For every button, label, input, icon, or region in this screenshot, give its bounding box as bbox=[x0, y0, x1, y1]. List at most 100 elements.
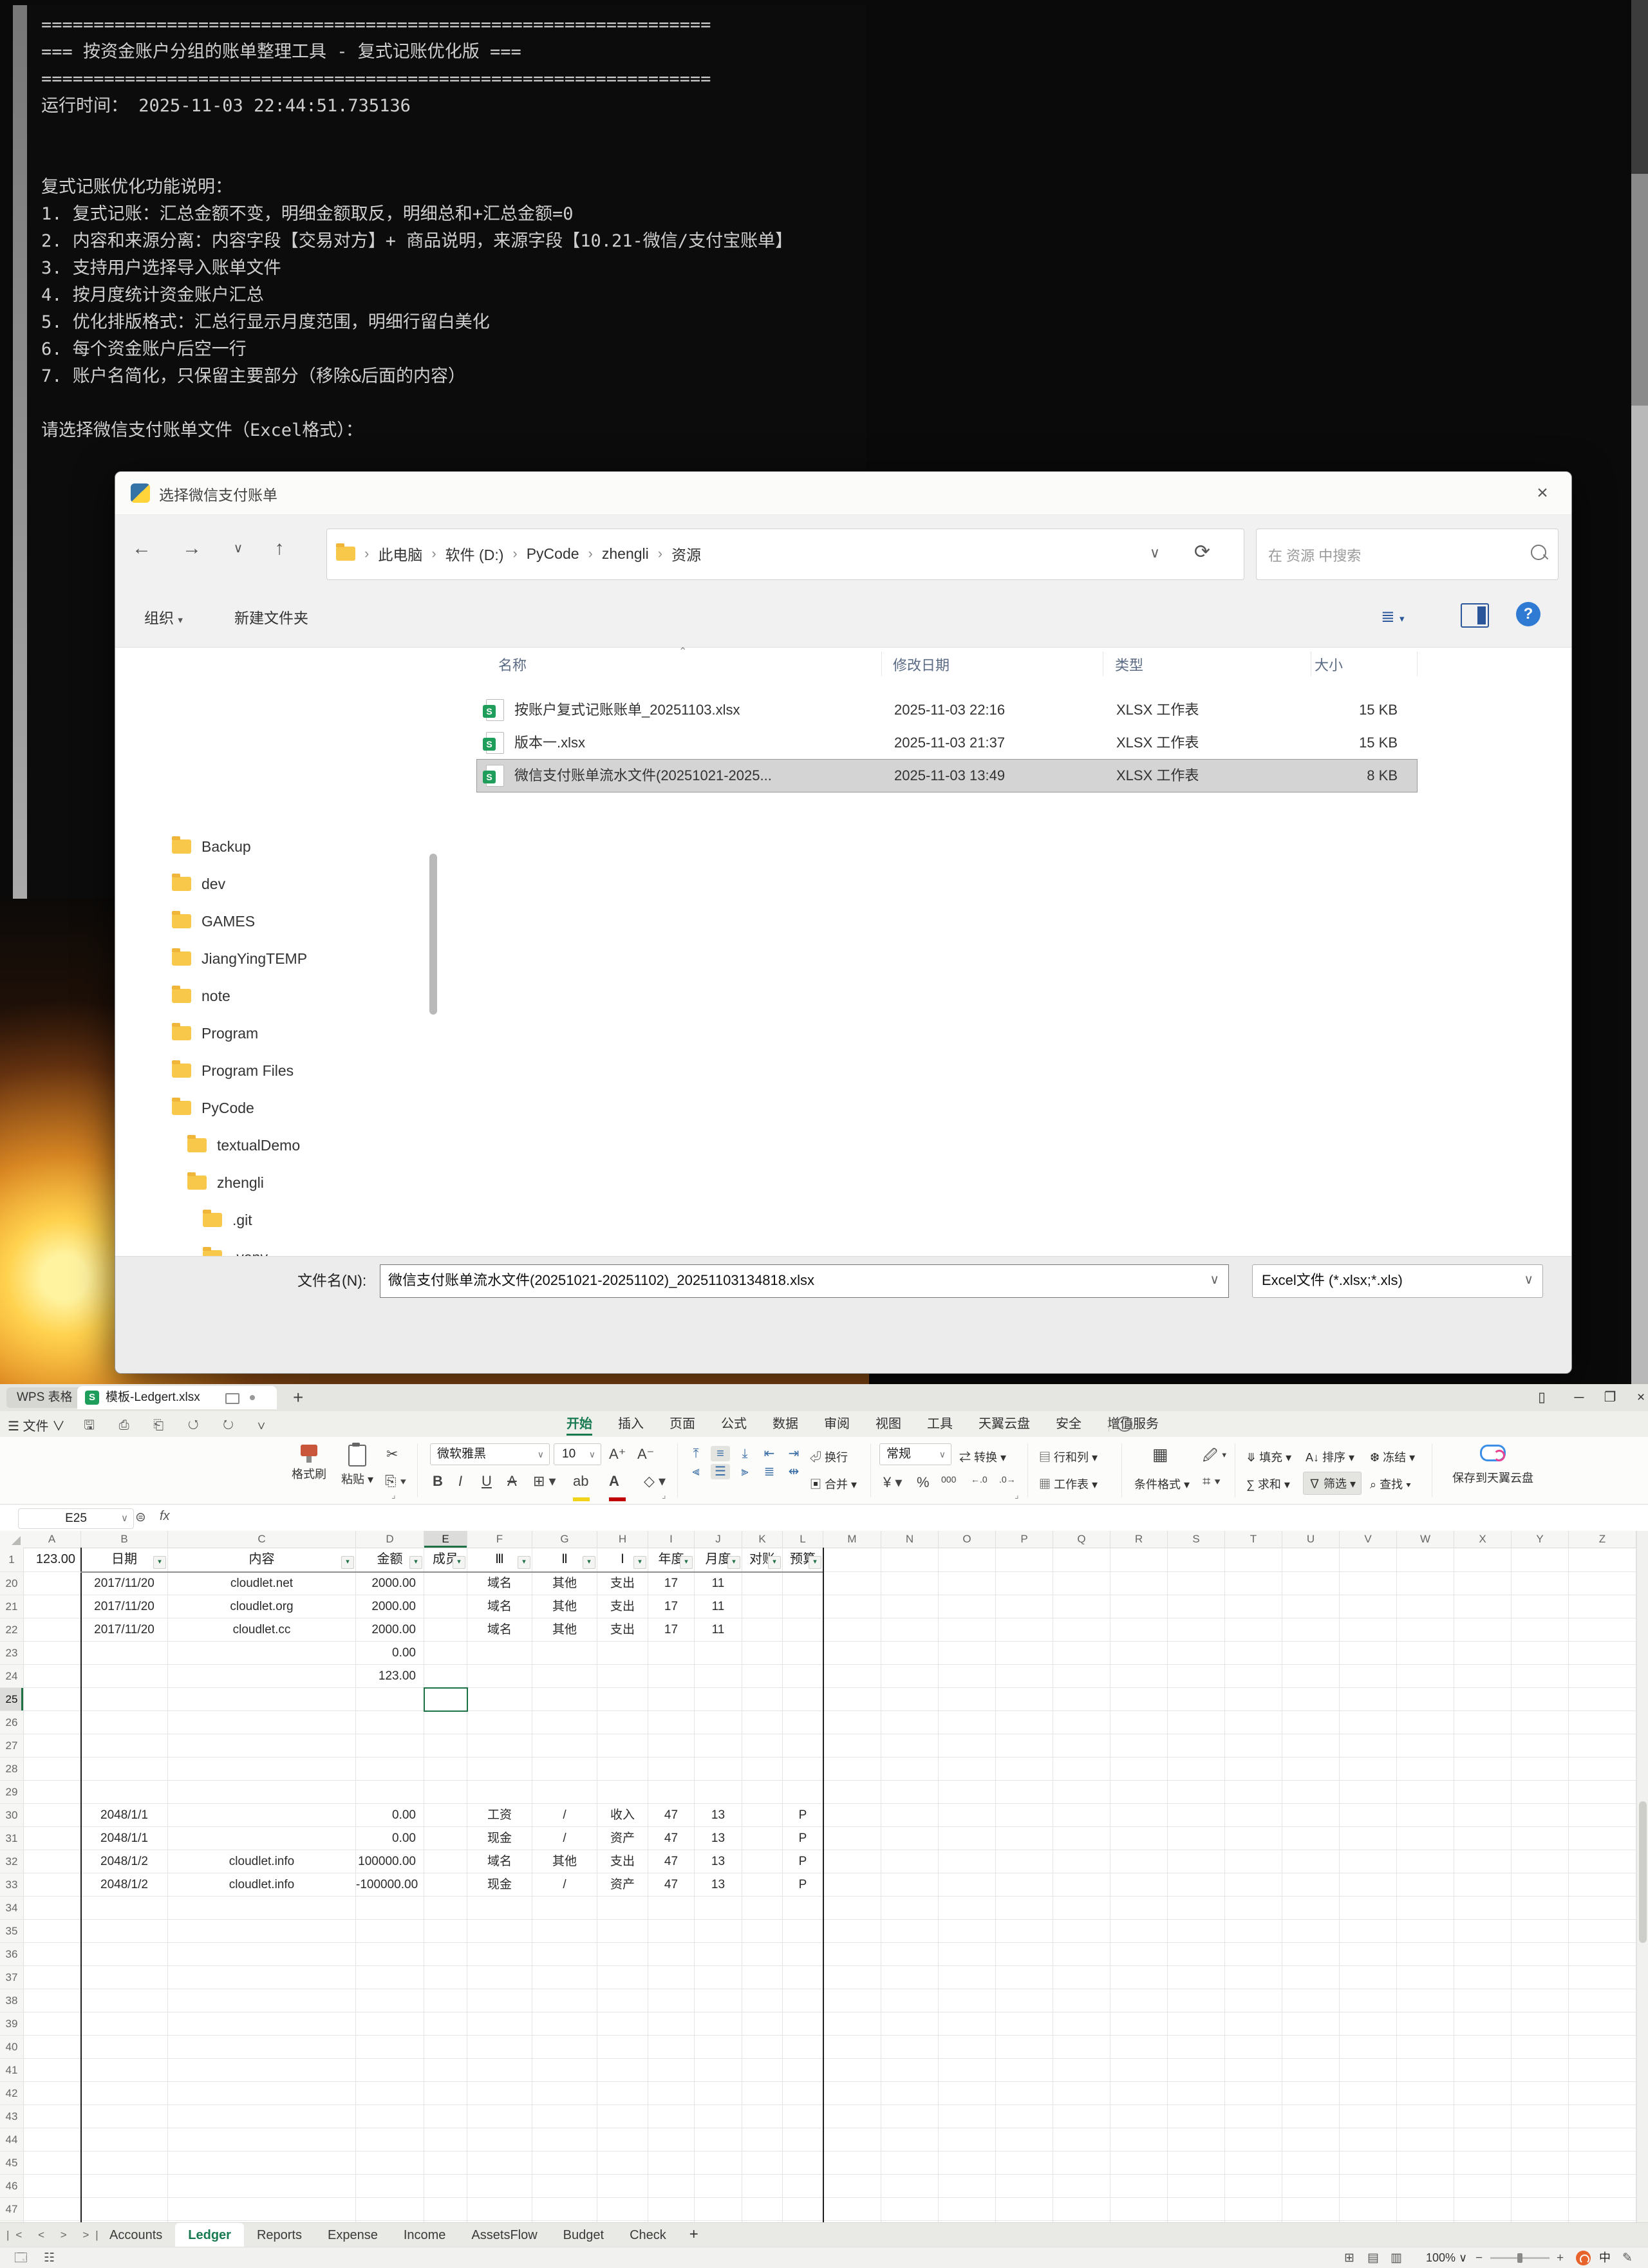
cell-L45[interactable] bbox=[783, 2151, 823, 2175]
bold-icon[interactable]: B bbox=[433, 1473, 443, 1490]
cell-H44[interactable] bbox=[597, 2128, 648, 2151]
cell-G37[interactable] bbox=[532, 1966, 597, 1989]
cell-I32[interactable]: 47 bbox=[648, 1850, 695, 1873]
row-header-26[interactable]: 26 bbox=[0, 1711, 24, 1734]
cell-A43[interactable] bbox=[23, 2105, 81, 2128]
cell-V35[interactable] bbox=[1340, 1920, 1397, 1943]
cell-T47[interactable] bbox=[1225, 2198, 1282, 2221]
cell-Q27[interactable] bbox=[1053, 1734, 1110, 1757]
cell-G22[interactable]: 其他 bbox=[532, 1618, 597, 1642]
eraser-icon[interactable]: ◇ ▾ bbox=[644, 1473, 666, 1490]
cell-W35[interactable] bbox=[1397, 1920, 1454, 1943]
cell-Y43[interactable] bbox=[1512, 2105, 1569, 2128]
cell-Q25[interactable] bbox=[1053, 1688, 1110, 1711]
row-header-33[interactable]: 33 bbox=[0, 1873, 24, 1897]
cell-A24[interactable] bbox=[23, 1665, 81, 1688]
sidebar-item-program-files[interactable]: Program Files bbox=[115, 1054, 463, 1087]
cell-J29[interactable] bbox=[695, 1781, 742, 1804]
cell-U25[interactable] bbox=[1282, 1688, 1340, 1711]
help-button[interactable]: ? bbox=[1516, 602, 1540, 626]
cell-Q46[interactable] bbox=[1053, 2175, 1110, 2198]
cell-P27[interactable] bbox=[996, 1734, 1053, 1757]
column-header-S[interactable]: S bbox=[1168, 1531, 1225, 1548]
cell-R21[interactable] bbox=[1110, 1595, 1168, 1618]
cell-P36[interactable] bbox=[996, 1943, 1053, 1966]
cell-T31[interactable] bbox=[1225, 1827, 1282, 1850]
cell-N25[interactable] bbox=[881, 1688, 939, 1711]
row-header-22[interactable]: 22 bbox=[0, 1618, 24, 1642]
file-row[interactable]: 按账户复式记账账单_20251103.xlsx2025-11-03 22:16X… bbox=[477, 694, 1417, 726]
cell-E32[interactable] bbox=[424, 1850, 467, 1873]
sidebar-item-jiangyingtemp[interactable]: JiangYingTEMP bbox=[115, 942, 463, 975]
cell-L33[interactable]: P bbox=[783, 1873, 823, 1897]
cell-H41[interactable] bbox=[597, 2059, 648, 2082]
cell-W23[interactable] bbox=[1397, 1642, 1454, 1665]
cell-G34[interactable] bbox=[532, 1897, 597, 1920]
cell-Q38[interactable] bbox=[1053, 1989, 1110, 2012]
column-type[interactable]: 类型 bbox=[1115, 654, 1143, 675]
column-header-R[interactable]: R bbox=[1110, 1531, 1168, 1548]
cell-D28[interactable] bbox=[356, 1757, 424, 1781]
cell-A38[interactable] bbox=[23, 1989, 81, 2012]
sort-button[interactable]: A↓ 排序 ▾ bbox=[1306, 1448, 1354, 1465]
column-header-L[interactable]: L bbox=[783, 1531, 823, 1548]
cell-O33[interactable] bbox=[939, 1873, 996, 1897]
cell-H34[interactable] bbox=[597, 1897, 648, 1920]
cell-U30[interactable] bbox=[1282, 1804, 1340, 1827]
cell-I20[interactable]: 17 bbox=[648, 1572, 695, 1595]
cell-G47[interactable] bbox=[532, 2198, 597, 2221]
cell-E31[interactable] bbox=[424, 1827, 467, 1850]
cell-H25[interactable] bbox=[597, 1688, 648, 1711]
cell-W47[interactable] bbox=[1397, 2198, 1454, 2221]
cell-W46[interactable] bbox=[1397, 2175, 1454, 2198]
cell-G21[interactable]: 其他 bbox=[532, 1595, 597, 1618]
cell-M29[interactable] bbox=[823, 1781, 881, 1804]
cell-P28[interactable] bbox=[996, 1757, 1053, 1781]
cell-E36[interactable] bbox=[424, 1943, 467, 1966]
cell-H35[interactable] bbox=[597, 1920, 648, 1943]
column-header-H[interactable]: H bbox=[597, 1531, 648, 1548]
column-header-J[interactable]: J bbox=[695, 1531, 742, 1548]
row-header-36[interactable]: 36 bbox=[0, 1943, 24, 1966]
cell-A28[interactable] bbox=[23, 1757, 81, 1781]
cell-D36[interactable] bbox=[356, 1943, 424, 1966]
row-header-21[interactable]: 21 bbox=[0, 1595, 24, 1618]
cell-B27[interactable] bbox=[81, 1734, 168, 1757]
tab-开始[interactable]: 开始 bbox=[554, 1411, 605, 1437]
cell-Q43[interactable] bbox=[1053, 2105, 1110, 2128]
filter-icon[interactable]: ▾ bbox=[518, 1556, 530, 1569]
cell-W30[interactable] bbox=[1397, 1804, 1454, 1827]
cell-U23[interactable] bbox=[1282, 1642, 1340, 1665]
cell-A36[interactable] bbox=[23, 1943, 81, 1966]
cell-X34[interactable] bbox=[1454, 1897, 1512, 1920]
document-tab[interactable]: S 模板-Ledgert.xlsx bbox=[77, 1386, 277, 1409]
cell-S24[interactable] bbox=[1168, 1665, 1225, 1688]
cell-B47[interactable] bbox=[81, 2198, 168, 2221]
cell-M42[interactable] bbox=[823, 2082, 881, 2105]
column-size[interactable]: 大小 bbox=[1315, 654, 1343, 675]
cell-U40[interactable] bbox=[1282, 2036, 1340, 2059]
sum-button[interactable]: ∑ 求和 ▾ bbox=[1246, 1476, 1290, 1492]
filter-icon[interactable]: ▾ bbox=[409, 1556, 422, 1569]
cell-N22[interactable] bbox=[881, 1618, 939, 1642]
cell-V20[interactable] bbox=[1340, 1572, 1397, 1595]
header-cell-X[interactable] bbox=[1454, 1548, 1512, 1572]
cell-F27[interactable] bbox=[467, 1734, 532, 1757]
new-tab-button[interactable]: + bbox=[293, 1387, 303, 1409]
cell-J28[interactable] bbox=[695, 1757, 742, 1781]
cell-F44[interactable] bbox=[467, 2128, 532, 2151]
header-cell-W[interactable] bbox=[1397, 1548, 1454, 1572]
decrease-decimal-icon[interactable]: ←.0 bbox=[971, 1474, 988, 1485]
cell-L23[interactable] bbox=[783, 1642, 823, 1665]
cell-E30[interactable] bbox=[424, 1804, 467, 1827]
breadcrumb-item[interactable]: 软件 (D:) bbox=[445, 543, 504, 565]
cell-A27[interactable] bbox=[23, 1734, 81, 1757]
rows-columns-button[interactable]: ▤ 行和列 ▾ bbox=[1039, 1448, 1098, 1465]
tab-增值服务[interactable]: 增值服务 bbox=[1094, 1411, 1172, 1437]
cell-S44[interactable] bbox=[1168, 2128, 1225, 2151]
fx-icon[interactable]: fx bbox=[160, 1509, 170, 1524]
cell-Q23[interactable] bbox=[1053, 1642, 1110, 1665]
cell-S40[interactable] bbox=[1168, 2036, 1225, 2059]
cell-P23[interactable] bbox=[996, 1642, 1053, 1665]
normal-view-icon[interactable]: ⊞ bbox=[1344, 2247, 1354, 2268]
